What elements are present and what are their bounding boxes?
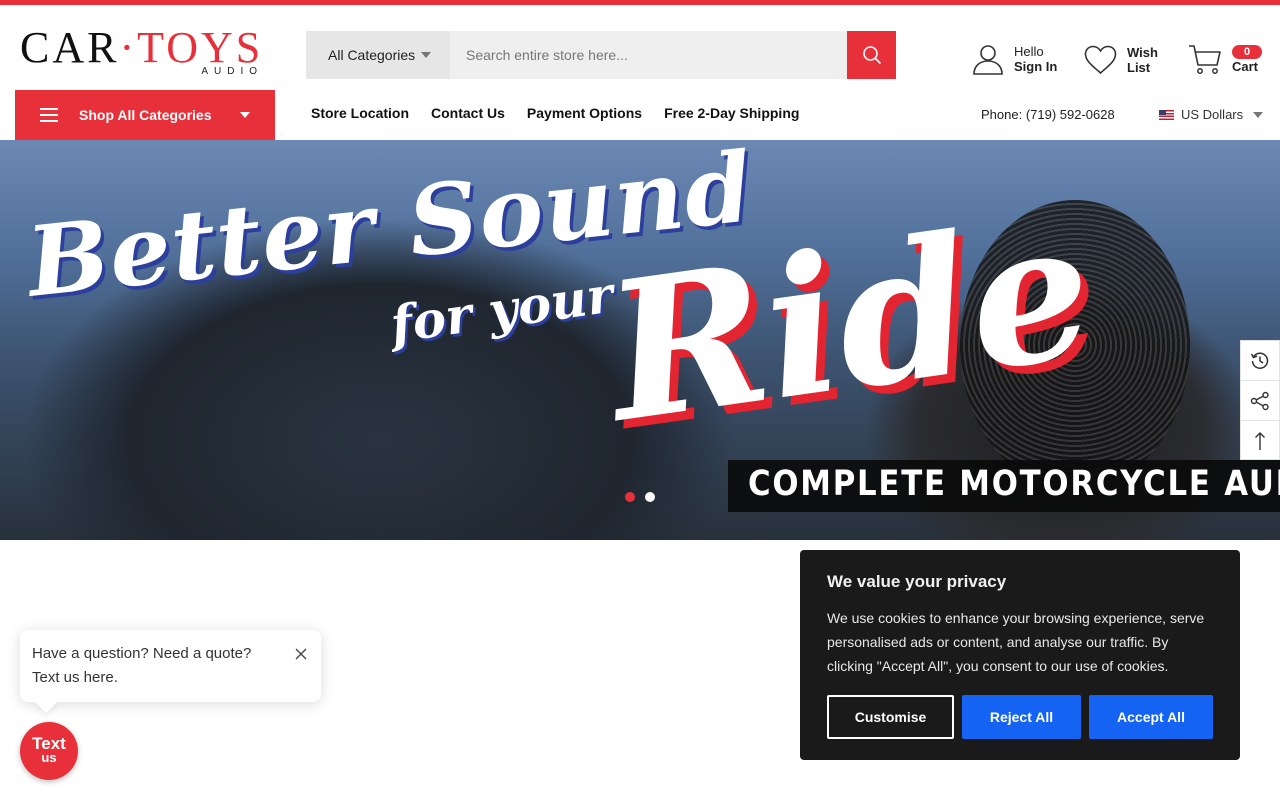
logo-word-car: CAR <box>20 23 120 72</box>
logo-subtitle: AUDIO <box>201 66 263 77</box>
main-nav: Store Location Contact Us Payment Option… <box>311 105 821 121</box>
banner-caption: COMPLETE MOTORCYCLE AUDIO KITS <box>748 464 1280 504</box>
cookie-reject-all-button[interactable]: Reject All <box>962 695 1081 739</box>
cookie-accept-all-button[interactable]: Accept All <box>1089 695 1213 739</box>
sign-in-label: Sign In <box>1014 59 1058 74</box>
chat-close-button[interactable] <box>295 644 307 668</box>
slider-dot-2[interactable] <box>645 492 655 502</box>
cookie-title: We value your privacy <box>827 572 1007 591</box>
cart-link[interactable]: Cart 0 <box>1188 43 1262 75</box>
search-category-select[interactable]: All Categories <box>306 31 450 79</box>
nav-contact-us[interactable]: Contact Us <box>431 105 505 121</box>
cart-count-badge: 0 <box>1232 45 1262 59</box>
hero-banner[interactable]: Better Sound for your Ride COMPLETE MOTO… <box>0 140 1280 540</box>
text-us-line1: Text <box>32 734 66 753</box>
logo-word-toys: TOYS <box>137 23 264 72</box>
side-toolbar <box>1240 340 1280 460</box>
chat-prompt-bubble[interactable]: Have a question? Need a quote? Text us h… <box>20 630 321 714</box>
search-icon <box>862 46 881 65</box>
close-icon <box>295 648 307 660</box>
share-icon <box>1250 391 1269 410</box>
nav-store-location[interactable]: Store Location <box>311 105 409 121</box>
cart-icon <box>1189 45 1221 74</box>
back-to-top-button[interactable] <box>1241 421 1279 461</box>
phone-number[interactable]: Phone: (719) 592-0628 <box>981 107 1115 122</box>
wishlist-label-line2: List <box>1127 60 1151 75</box>
chat-prompt-text: Have a question? Need a quote? Text us h… <box>32 645 252 686</box>
account-greeting: Hello <box>1014 44 1044 59</box>
text-us-button[interactable]: Text us <box>20 722 78 780</box>
slider-dots <box>625 492 665 502</box>
search-bar: All Categories <box>306 31 896 79</box>
cookie-consent-dialog: We value your privacy We use cookies to … <box>800 550 1240 760</box>
site-logo[interactable]: CAR·TOYS AUDIO <box>20 24 265 80</box>
currency-select[interactable]: US Dollars <box>1159 107 1264 122</box>
slider-dot-1[interactable] <box>625 492 635 502</box>
search-button[interactable] <box>847 31 896 79</box>
account-link[interactable]: Hello Sign In <box>972 43 1057 75</box>
share-button[interactable] <box>1241 381 1279 421</box>
text-us-line2: us <box>41 750 57 765</box>
chat-bubble-tail <box>34 690 58 714</box>
cookie-customise-button[interactable]: Customise <box>827 695 954 739</box>
wishlist-link[interactable]: Wish List <box>1084 45 1158 75</box>
chevron-down-icon <box>421 52 432 58</box>
recently-viewed-button[interactable] <box>1241 341 1279 381</box>
wishlist-label-line1: Wish <box>1127 45 1158 60</box>
cookie-body: We use cookies to enhance your browsing … <box>827 610 1205 674</box>
nav-free-shipping[interactable]: Free 2-Day Shipping <box>664 105 799 121</box>
logo-dot: · <box>119 23 138 72</box>
history-icon <box>1250 352 1269 369</box>
nav-payment-options[interactable]: Payment Options <box>527 105 642 121</box>
cart-label: Cart <box>1232 59 1259 74</box>
chevron-down-icon <box>240 112 250 118</box>
search-category-label: All Categories <box>328 47 416 63</box>
shop-all-label: Shop All Categories <box>79 107 212 123</box>
arrow-up-icon <box>1255 432 1265 450</box>
currency-label: US Dollars <box>1181 107 1244 122</box>
us-flag-icon <box>1159 109 1174 120</box>
user-icon <box>973 45 1003 75</box>
banner-headline-2: for your <box>386 264 617 355</box>
shop-all-categories-button[interactable]: Shop All Categories <box>15 90 275 140</box>
hamburger-icon <box>40 108 58 122</box>
search-input[interactable] <box>450 31 847 79</box>
top-accent-stripe <box>0 0 1280 5</box>
heart-icon <box>1084 45 1117 75</box>
chevron-down-icon <box>1253 111 1264 118</box>
